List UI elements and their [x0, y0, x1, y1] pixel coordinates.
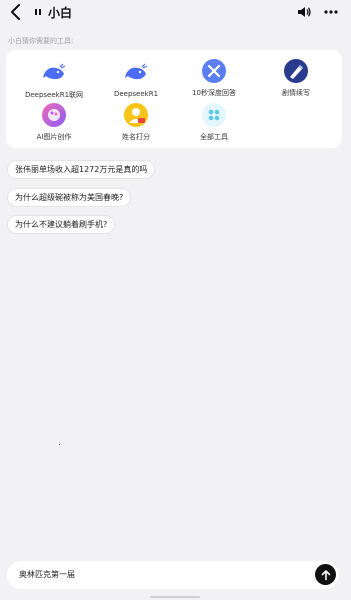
- tool-label: 剧情续写: [282, 89, 310, 97]
- pen-icon: [283, 58, 309, 84]
- agent-selector[interactable]: 小白: [32, 3, 72, 21]
- tool-label: 姓名打分: [122, 133, 150, 141]
- send-button[interactable]: [315, 564, 336, 585]
- pause-icon: [32, 6, 44, 18]
- tool-deepseek-online[interactable]: DeepseekR1联网: [12, 60, 96, 104]
- home-indicator: [150, 596, 200, 598]
- tool-label: DeepseekR1: [113, 90, 159, 98]
- tool-label: 全部工具: [200, 133, 228, 141]
- top-bar: 小白: [0, 0, 351, 24]
- grid-icon: [201, 102, 227, 128]
- tool-label: AI图片创作: [36, 133, 72, 141]
- tool-hint: 小白猜你需要的工具:: [8, 37, 74, 45]
- tool-all-tools[interactable]: 全部工具: [172, 102, 256, 146]
- chevron-left-icon: [11, 4, 20, 20]
- arrow-up-icon: [321, 569, 330, 580]
- more-button[interactable]: [322, 4, 340, 20]
- tool-panel: DeepseekR1联网 DeepseekR1 10秒深度回答 剧情续写 AI图…: [6, 50, 342, 148]
- suggestion-chip[interactable]: 张伟丽单场收入超1272万元是真的吗: [7, 160, 156, 179]
- whale-icon: [123, 60, 149, 86]
- speaker-icon: [298, 7, 311, 17]
- tool-story-continue[interactable]: 剧情续写: [254, 58, 338, 102]
- speaker-button[interactable]: [296, 4, 312, 20]
- whale-icon: [41, 60, 67, 86]
- agent-name: 小白: [48, 5, 73, 20]
- badge-icon: [123, 102, 149, 128]
- tool-deepseek[interactable]: DeepseekR1: [94, 60, 178, 104]
- tool-label: 10秒深度回答: [192, 89, 236, 97]
- palette-icon: [41, 102, 67, 128]
- tool-deep-answer[interactable]: 10秒深度回答: [172, 58, 256, 102]
- tool-label: DeepseekR1联网: [24, 91, 84, 99]
- suggestion-chip[interactable]: 为什么不建议躺着刷手机?: [7, 215, 116, 234]
- back-button[interactable]: [8, 2, 26, 22]
- message-input[interactable]: 奥林匹克第一届: [19, 569, 75, 580]
- artifact-dot: [59, 444, 60, 445]
- rocket-icon: [201, 58, 227, 84]
- message-input-bar[interactable]: 奥林匹克第一届: [7, 561, 339, 589]
- tool-ai-image[interactable]: AI图片创作: [12, 102, 96, 146]
- more-dots-icon: [324, 10, 338, 14]
- suggestion-chip[interactable]: 为什么超级碗被称为美国春晚?: [7, 188, 132, 207]
- tool-name-score[interactable]: 姓名打分: [94, 102, 178, 146]
